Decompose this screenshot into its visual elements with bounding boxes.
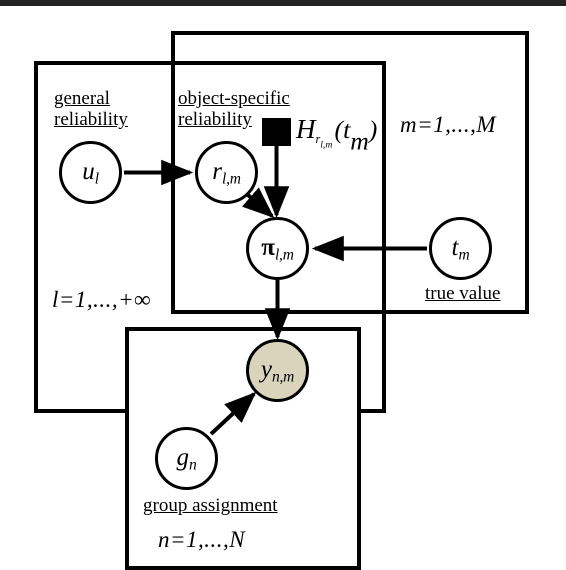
caption-general-reliability-line2: reliability — [54, 109, 128, 130]
factor-function-arg-open: ( — [332, 115, 344, 144]
node-y-label: yn,m — [260, 355, 295, 385]
caption-true-value: true value — [425, 283, 501, 304]
caption-object-specific-line1: object-specific — [178, 88, 290, 109]
node-g-label: gn — [176, 443, 197, 473]
node-y-observed[interactable]: yn,m — [246, 339, 309, 402]
node-t[interactable]: tm — [429, 217, 492, 280]
node-u[interactable]: ul — [59, 141, 122, 204]
factor-function-subscript-indices: l,m — [320, 139, 333, 151]
node-r-label: rl,m — [212, 157, 241, 187]
node-pi-label: πl,m — [261, 233, 294, 263]
node-r[interactable]: rl,m — [195, 141, 258, 204]
factor-function-argument-subscript: m — [350, 126, 369, 156]
caption-group-assignment: group assignment — [143, 495, 278, 516]
node-pi[interactable]: πl,m — [246, 217, 309, 280]
edge-g-to-y — [209, 391, 257, 436]
factor-function-arg-close: ) — [368, 115, 378, 144]
plate-index-l: l=1,...,+∞ — [52, 287, 152, 312]
factor-function-label: Hrl,m (tm) — [296, 114, 377, 157]
caption-general-reliability-line1: general — [54, 88, 110, 109]
plate-index-m: m=1,...,M — [400, 112, 497, 137]
node-g[interactable]: gn — [155, 427, 218, 490]
node-t-label: tm — [451, 233, 470, 263]
node-u-label: ul — [82, 157, 99, 187]
factor-node-H — [262, 118, 291, 146]
factor-function-name: H — [296, 114, 316, 144]
figure-canvas: Hrl,m (tm) ul rl,m πl,m tm yn,m gn gener… — [0, 0, 566, 570]
caption-general-reliability: general reliability — [54, 88, 128, 130]
edge-r-to-pi — [241, 187, 275, 219]
plate-index-n: n=1,...,N — [158, 527, 246, 552]
